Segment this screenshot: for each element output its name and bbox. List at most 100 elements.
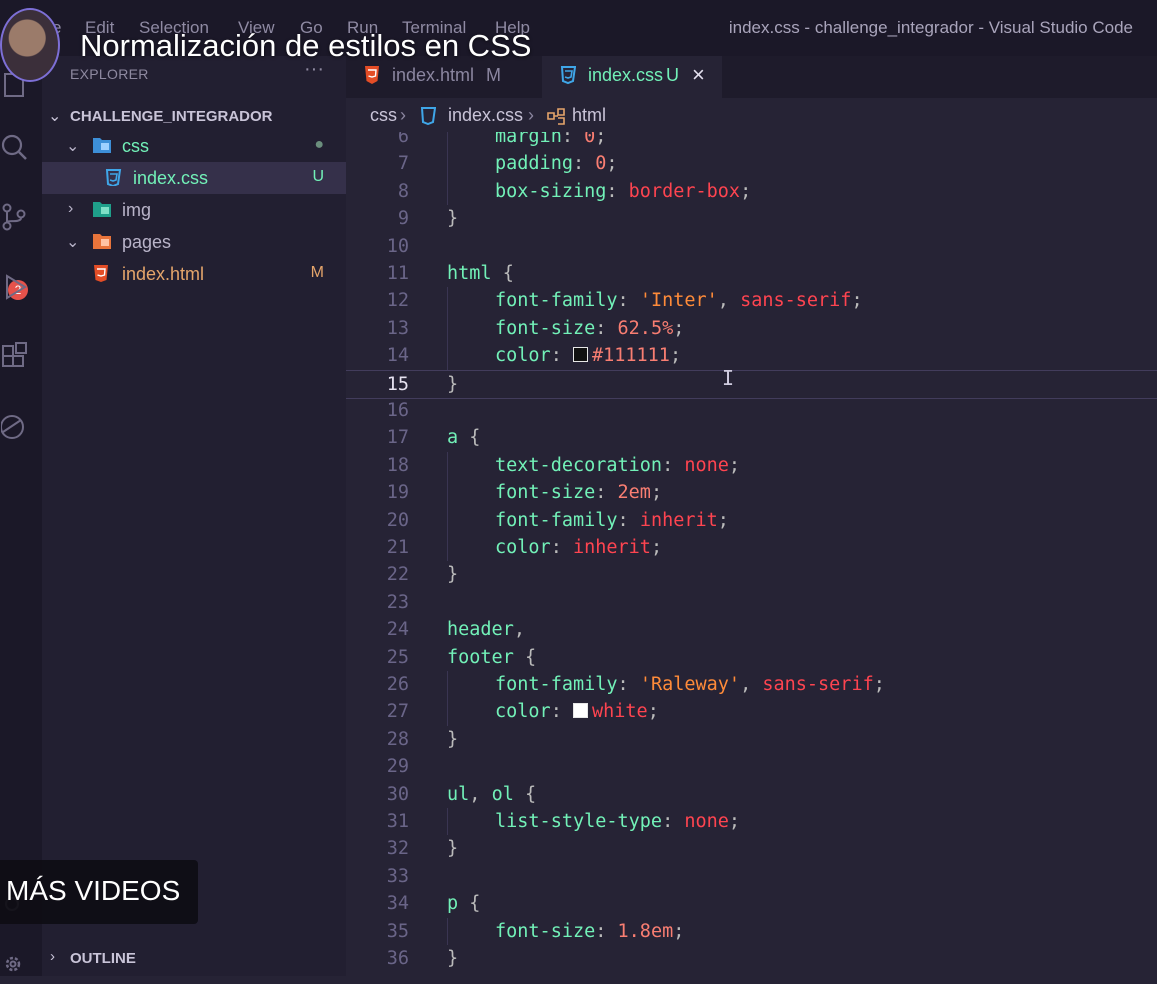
code-text: html { [447, 263, 514, 284]
channel-avatar[interactable] [0, 8, 60, 82]
code-line[interactable]: 33 [346, 863, 1157, 890]
code-line[interactable]: 29 [346, 753, 1157, 780]
outline-section[interactable]: › OUTLINE [42, 946, 346, 972]
code-line[interactable]: 17 a { [346, 424, 1157, 451]
code-line[interactable]: 10 [346, 233, 1157, 260]
code-editor[interactable]: 6 margin: 0; 7 padding: 0; 8 box-sizing: bord… [346, 132, 1157, 976]
code-token: , [469, 783, 492, 805]
code-line[interactable]: 32} [346, 835, 1157, 862]
code-line[interactable]: 20 font-family: inherit; [346, 506, 1157, 534]
source-control-icon[interactable] [0, 202, 30, 232]
color-swatch[interactable] [572, 703, 588, 719]
code-line[interactable]: 24 header, [346, 616, 1157, 643]
code-token: list-style-type [495, 811, 663, 832]
chevron-right-icon: › [50, 948, 55, 965]
tree-file-index-html[interactable]: index.html M [42, 258, 346, 290]
folder-css-icon [92, 136, 111, 154]
code-token: } [447, 564, 459, 586]
code-line[interactable]: 7 padding: 0; [346, 150, 1157, 178]
code-text: color: #111111; [495, 345, 681, 366]
code-line[interactable]: 23 [346, 589, 1157, 616]
close-icon[interactable]: × [692, 62, 705, 88]
code-line[interactable]: 36} [346, 945, 1157, 972]
code-token: , [513, 619, 525, 641]
code-line[interactable]: 27 color: white; [346, 698, 1157, 726]
remote-icon[interactable] [0, 412, 30, 442]
code-line[interactable]: 6 margin: 0; [346, 132, 1157, 151]
code-line[interactable]: 34 p { [346, 890, 1157, 917]
code-line[interactable]: 21 color: inherit; [346, 534, 1157, 562]
code-token: #111111 [591, 345, 670, 367]
project-name: CHALLENGE_INTEGRADOR [70, 108, 273, 125]
code-line[interactable]: 25 footer { [346, 644, 1157, 671]
search-icon[interactable] [0, 132, 30, 162]
code-token: ; [851, 290, 863, 312]
more-videos-button[interactable]: MÁS VIDEOS [0, 860, 198, 924]
code-text: font-size: 1.8em; [495, 921, 684, 942]
code-token: font-size [495, 920, 596, 942]
line-number: 31 [386, 811, 409, 832]
code-line[interactable]: 22} [346, 561, 1157, 588]
tree-status: U [312, 168, 324, 185]
code-line[interactable]: 16 [346, 397, 1157, 424]
video-title[interactable]: Normalización de estilos en CSS [80, 28, 531, 64]
tab-index-css[interactable]: index.css U × [542, 56, 722, 100]
code-line[interactable]: 26 font-family: 'Raleway', sans-serif; [346, 671, 1157, 699]
html-file-icon [364, 65, 380, 85]
code-text: } [447, 374, 458, 395]
code-line[interactable]: 19 font-size: 2em; [346, 479, 1157, 507]
code-text: } [447, 564, 458, 585]
code-token: ; [873, 674, 885, 695]
tree-folder-css[interactable]: ⌄ css ● [42, 130, 346, 162]
run-debug-icon[interactable] [0, 272, 30, 302]
breadcrumb-symbol[interactable]: html [572, 105, 606, 126]
code-token: font-family [495, 674, 618, 695]
code-text: } [447, 838, 458, 859]
code-line[interactable]: 15} [346, 369, 1157, 399]
code-line[interactable]: 9} [346, 205, 1157, 232]
code-token: 2em [617, 482, 651, 504]
breadcrumb-folder[interactable]: css [370, 105, 397, 126]
code-token: , [717, 290, 741, 312]
code-line[interactable]: 18 text-decoration: none; [346, 451, 1157, 480]
code-token: : [550, 701, 573, 723]
indent-guide [447, 177, 448, 206]
code-token: } [447, 373, 459, 395]
indent-guide [447, 150, 448, 178]
tree-folder-img[interactable]: › img [42, 194, 346, 226]
line-number: 8 [397, 180, 409, 202]
css-file-icon [104, 168, 122, 188]
code-line[interactable]: 30 ul, ol { [346, 781, 1157, 808]
project-root[interactable]: ⌄ CHALLENGE_INTEGRADOR [42, 104, 346, 132]
extensions-icon[interactable] [0, 342, 30, 372]
code-line[interactable]: 8 box-sizing: border-box; [346, 177, 1157, 206]
breadcrumb: css › index.css › html [346, 98, 1157, 132]
code-line[interactable]: 12 font-family: 'Inter', sans-serif; [346, 287, 1157, 315]
code-token: : [595, 317, 618, 339]
code-text: list-style-type: none; [495, 811, 740, 832]
code-token: ; [717, 509, 729, 531]
code-line[interactable]: 31 list-style-type: none; [346, 808, 1157, 836]
chevron-down-icon: ⌄ [66, 234, 80, 251]
code-token: none [684, 454, 729, 476]
activity-bar: 2 [0, 56, 42, 976]
tab-status: U [666, 65, 679, 85]
breadcrumb-file[interactable]: index.css [448, 105, 523, 126]
settings-gear-icon[interactable] [0, 948, 30, 978]
text-cursor-icon: I [722, 366, 735, 390]
color-swatch[interactable] [572, 347, 588, 363]
code-token: font-size [495, 482, 596, 504]
code-token: margin [495, 132, 562, 147]
line-number: 29 [386, 756, 409, 778]
code-line[interactable]: 14 color: #111111; [346, 342, 1157, 370]
line-number: 14 [386, 345, 409, 367]
tree-file-index-css[interactable]: index.css U [42, 162, 346, 194]
code-line[interactable]: 11 html { [346, 260, 1157, 287]
code-token: font-size [495, 317, 596, 339]
code-line[interactable]: 28} [346, 726, 1157, 753]
code-text: box-sizing: border-box; [495, 181, 751, 202]
code-line[interactable]: 13 font-size: 62.5%; [346, 314, 1157, 343]
code-line[interactable]: 35 font-size: 1.8em; [346, 917, 1157, 945]
tree-folder-pages[interactable]: ⌄ pages [42, 226, 346, 258]
code-token: ; [606, 153, 618, 175]
